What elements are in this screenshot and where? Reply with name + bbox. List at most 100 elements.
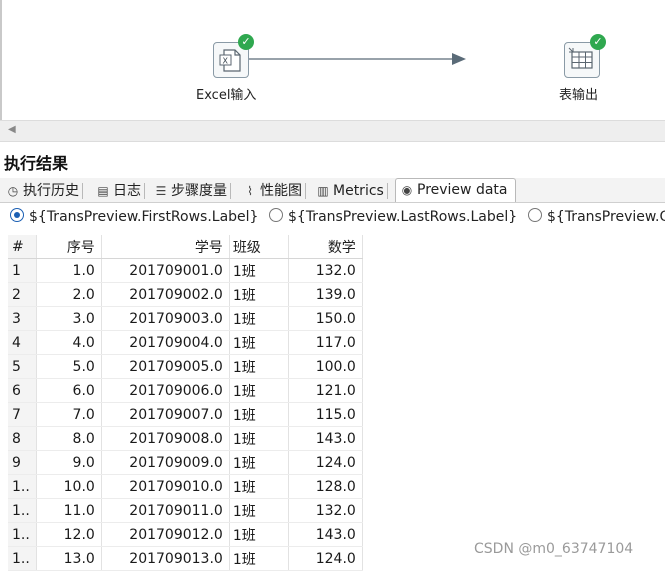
table-row[interactable]: 8 8.0 201709008.0 1班 143.0: [8, 426, 363, 451]
table-cell: 7: [8, 402, 37, 427]
radio-first-rows[interactable]: ${TransPreview.FirstRows.Label}: [10, 208, 258, 225]
log-document-icon: ▤: [97, 184, 109, 198]
tab-performance-graph[interactable]: ⌇ 性能图: [239, 180, 306, 202]
radio-indicator: [269, 208, 283, 222]
table-row[interactable]: 3 3.0 201709003.0 1班 150.0: [8, 306, 363, 331]
table-cell: 1..: [8, 474, 37, 499]
preview-mode-options: ${TransPreview.FirstRows.Label} ${TransP…: [0, 204, 665, 230]
table-cell: 150.0: [288, 306, 363, 331]
table-cell: 201709006.0: [101, 378, 230, 403]
results-panel-title: 执行结果: [4, 154, 69, 173]
table-cell: 201709005.0: [101, 354, 230, 379]
table-cell: 201709002.0: [101, 282, 230, 307]
table-row[interactable]: 1 1.0 201709001.0 1班 132.0: [8, 258, 363, 283]
table-cell: 143.0: [288, 522, 363, 547]
table-cell: 201709009.0: [101, 450, 230, 475]
table-cell: 1班: [229, 498, 289, 523]
column-header-math[interactable]: 数学: [288, 235, 363, 259]
table-cell: 4.0: [36, 330, 102, 355]
step-metrics-icon: ☰: [155, 184, 167, 198]
excel-input-success-icon: ✓: [238, 34, 254, 50]
svg-text:X: X: [223, 57, 229, 66]
table-cell: 9: [8, 450, 37, 475]
table-row[interactable]: 6 6.0 201709006.0 1班 121.0: [8, 378, 363, 403]
table-cell: 1班: [229, 450, 289, 475]
results-tab-bar: ◷ 执行历史 ▤ 日志 ☰ 步骤度量 ⌇ 性能图 ▥ Metrics ◉ Preview d…: [0, 178, 665, 203]
table-cell: 143.0: [288, 426, 363, 451]
radio-last-rows[interactable]: ${TransPreview.LastRows.Label}: [269, 208, 517, 225]
column-header-class[interactable]: 班级: [229, 235, 289, 259]
table-cell: 201709003.0: [101, 306, 230, 331]
table-cell: 115.0: [288, 402, 363, 427]
excel-input-label: Excel输入: [196, 88, 257, 103]
table-output-label: 表输出: [559, 88, 599, 103]
table-cell: 10.0: [36, 474, 102, 499]
metrics-icon: ▥: [317, 184, 329, 198]
table-cell: 1班: [229, 522, 289, 547]
table-cell: 1班: [229, 306, 289, 331]
table-cell: 132.0: [288, 498, 363, 523]
column-header-seq[interactable]: 序号: [36, 235, 102, 259]
table-cell: 201709011.0: [101, 498, 230, 523]
table-cell: 201709013.0: [101, 546, 230, 571]
transformation-canvas[interactable]: X ✓ Excel输入 ✓ 表输出: [0, 0, 665, 120]
history-clock-icon: ◷: [7, 184, 19, 198]
table-cell: 201709012.0: [101, 522, 230, 547]
canvas-horizontal-scrollbar[interactable]: ◀: [0, 120, 665, 142]
table-cell: 100.0: [288, 354, 363, 379]
column-header-index[interactable]: #: [8, 235, 37, 259]
table-cell: 128.0: [288, 474, 363, 499]
preview-data-table[interactable]: # 序号 学号 班级 数学 1 1.0 201709001.0 1班 132.0 2 2.0…: [8, 235, 363, 571]
table-cell: 117.0: [288, 330, 363, 355]
table-cell: 2: [8, 282, 37, 307]
tab-log[interactable]: ▤ 日志: [92, 180, 145, 202]
table-cell: 1班: [229, 378, 289, 403]
table-cell: 1班: [229, 474, 289, 499]
table-row[interactable]: 1.. 12.0 201709012.0 1班 143.0: [8, 522, 363, 547]
table-cell: 1班: [229, 426, 289, 451]
table-output-success-icon: ✓: [590, 34, 606, 50]
table-cell: 1..: [8, 498, 37, 523]
table-cell: 8: [8, 426, 37, 451]
eye-icon: ◉: [401, 183, 413, 197]
table-row[interactable]: 9 9.0 201709009.0 1班 124.0: [8, 450, 363, 475]
table-cell: 1班: [229, 546, 289, 571]
radio-off[interactable]: ${TransPreview.O: [528, 208, 665, 225]
table-cell: 12.0: [36, 522, 102, 547]
table-cell: 5.0: [36, 354, 102, 379]
table-cell: 1班: [229, 402, 289, 427]
table-row[interactable]: 2 2.0 201709002.0 1班 139.0: [8, 282, 363, 307]
table-row[interactable]: 5 5.0 201709005.0 1班 100.0: [8, 354, 363, 379]
table-cell: 1班: [229, 282, 289, 307]
table-cell: 8.0: [36, 426, 102, 451]
table-cell: 1..: [8, 546, 37, 571]
table-cell: 201709001.0: [101, 258, 230, 283]
table-cell: 1班: [229, 354, 289, 379]
table-cell: 121.0: [288, 378, 363, 403]
tab-metrics[interactable]: ▥ Metrics: [312, 180, 388, 202]
table-cell: 4: [8, 330, 37, 355]
table-row[interactable]: 7 7.0 201709007.0 1班 115.0: [8, 402, 363, 427]
table-cell: 6.0: [36, 378, 102, 403]
radio-indicator: [528, 208, 542, 222]
tab-preview-data[interactable]: ◉ Preview data: [395, 178, 517, 202]
table-row[interactable]: 1.. 11.0 201709011.0 1班 132.0: [8, 498, 363, 523]
table-cell: 7.0: [36, 402, 102, 427]
performance-chart-icon: ⌇: [247, 184, 253, 198]
table-row[interactable]: 1.. 13.0 201709013.0 1班 124.0: [8, 546, 363, 571]
scroll-left-icon[interactable]: ◀: [8, 124, 16, 135]
column-header-student-id[interactable]: 学号: [101, 235, 230, 259]
table-row[interactable]: 4 4.0 201709004.0 1班 117.0: [8, 330, 363, 355]
tab-execution-history[interactable]: ◷ 执行历史: [2, 180, 83, 202]
table-cell: 201709007.0: [101, 402, 230, 427]
table-cell: 1.0: [36, 258, 102, 283]
table-cell: 3.0: [36, 306, 102, 331]
table-cell: 201709010.0: [101, 474, 230, 499]
tab-step-metrics[interactable]: ☰ 步骤度量: [150, 180, 231, 202]
table-cell: 9.0: [36, 450, 102, 475]
table-row[interactable]: 1.. 10.0 201709010.0 1班 128.0: [8, 474, 363, 499]
table-cell: 11.0: [36, 498, 102, 523]
csdn-watermark: CSDN @m0_63747104: [474, 541, 634, 557]
table-cell: 1班: [229, 330, 289, 355]
table-cell: 124.0: [288, 450, 363, 475]
